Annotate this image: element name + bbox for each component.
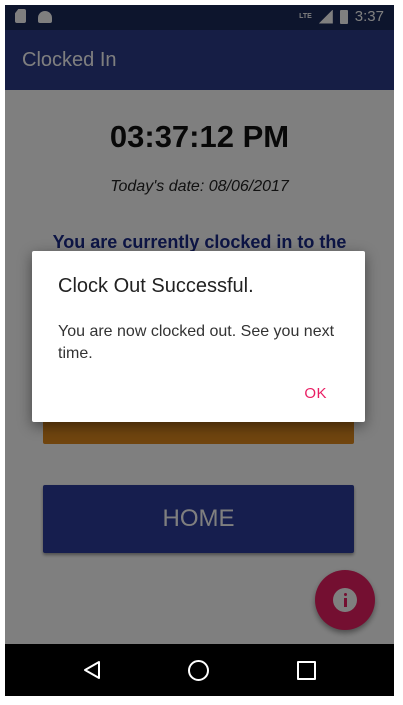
dialog-title: Clock Out Successful. — [58, 275, 254, 297]
navigation-bar — [5, 644, 394, 696]
ok-button[interactable]: OK — [304, 385, 327, 402]
alert-dialog: Clock Out Successful. You are now clocke… — [32, 251, 365, 422]
home-circle-icon[interactable] — [188, 660, 209, 681]
back-icon[interactable] — [83, 660, 101, 680]
dialog-message: You are now clocked out. See you next ti… — [58, 323, 335, 362]
recents-square-icon[interactable] — [297, 661, 316, 680]
phone-screen: LTE 3:37 Clocked In 03:37:12 PM Today's … — [5, 5, 394, 696]
